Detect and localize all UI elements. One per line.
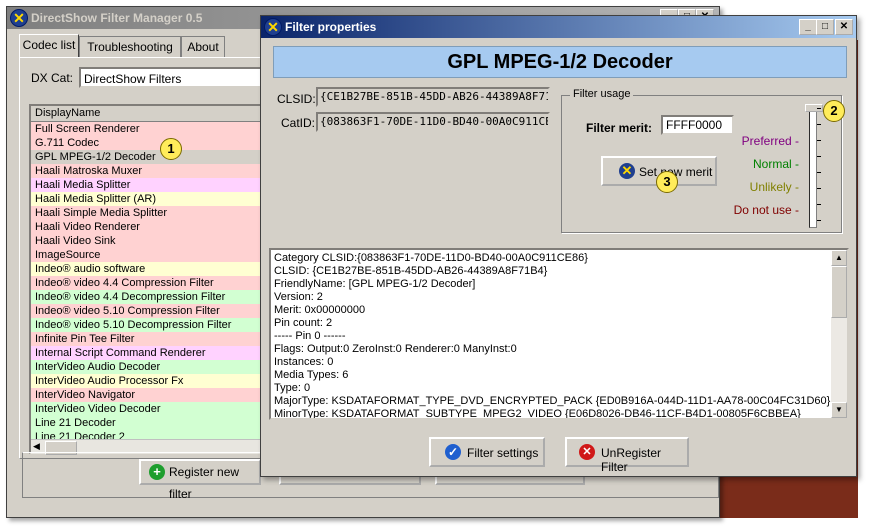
register-new-filter-button[interactable]: + Register new filter	[139, 459, 261, 501]
filter-settings-button[interactable]: ✓ Filter settings	[429, 437, 545, 467]
slider-tick	[817, 124, 821, 125]
detail-line: CLSID: {CE1B27BE-851B-45DD-AB26-44389A8F…	[274, 265, 548, 277]
back-window-title: DirectShow Filter Manager 0.5	[31, 11, 203, 25]
scroll-left-icon[interactable]: ◀	[33, 441, 40, 452]
clsid-field[interactable]: {CE1B27BE-851B-45DD-AB26-44389A8F71B4}	[316, 87, 550, 107]
dx-cat-label: DX Cat:	[31, 71, 74, 85]
filter-usage-title: Filter usage	[570, 88, 634, 100]
level-normal: Normal -	[752, 157, 799, 171]
app-icon: ✕	[10, 9, 28, 27]
level-unlikely: Unlikely -	[749, 180, 799, 194]
callout-badge-2: 2	[823, 100, 845, 122]
list-item[interactable]: InterVideo Audio Processor Fx	[31, 374, 267, 388]
list-item[interactable]: Line 21 Decoder	[31, 416, 267, 430]
set-merit-icon: ✕	[619, 163, 635, 179]
close-button[interactable]: ✕	[835, 19, 853, 35]
filter-list[interactable]: DisplayName Full Screen Renderer G.711 Co…	[29, 104, 269, 454]
filter-merit-label: Filter merit:	[586, 121, 653, 135]
filter-properties-dialog: ✕ Filter properties _ □ ✕ GPL MPEG-1/2 D…	[260, 15, 857, 477]
slider-tick	[817, 188, 821, 189]
list-item[interactable]: InterVideo Audio Decoder	[31, 360, 267, 374]
detail-line: MajorType: KSDATAFORMAT_TYPE_DVD_ENCRYPT…	[274, 395, 831, 407]
list-item[interactable]: Indeo® video 4.4 Decompression Filter	[31, 290, 267, 304]
list-item[interactable]: Haali Matroska Muxer	[31, 164, 267, 178]
slider-tick	[817, 204, 821, 205]
list-item[interactable]: Indeo® video 5.10 Compression Filter	[31, 304, 267, 318]
list-item[interactable]: Haali Video Renderer	[31, 220, 267, 234]
catid-label: CatID:	[281, 116, 316, 130]
list-item[interactable]: InterVideo Video Decoder	[31, 402, 267, 416]
detail-line: FriendlyName: [GPL MPEG-1/2 Decoder]	[274, 278, 476, 290]
tab-troubleshooting[interactable]: Troubleshooting	[79, 36, 181, 57]
catid-field[interactable]: {083863F1-70DE-11D0-BD40-00A0C911CE86}	[316, 112, 550, 132]
list-item[interactable]: Infinite Pin Tee Filter	[31, 332, 267, 346]
clsid-label: CLSID:	[277, 92, 316, 106]
callout-badge-3: 3	[656, 171, 678, 193]
slider-tick	[817, 172, 821, 173]
maximize-button[interactable]: □	[816, 19, 834, 35]
register-new-filter-label: Register new filter	[169, 465, 240, 501]
dialog-title: Filter properties	[285, 20, 377, 34]
detail-line: Pin count: 2	[274, 317, 333, 329]
detail-line: ----- Pin 0 ------	[274, 330, 346, 342]
level-do-not-use: Do not use -	[733, 203, 799, 217]
checkmark-icon: ✓	[445, 444, 461, 460]
detail-line: Merit: 0x00000000	[274, 304, 366, 316]
level-preferred: Preferred -	[741, 134, 799, 148]
delete-icon: ✕	[579, 444, 595, 460]
detail-line: Flags: Output:0 ZeroInst:0 Renderer:0 Ma…	[274, 343, 517, 355]
list-header-displayname[interactable]: DisplayName	[31, 106, 267, 122]
scroll-down-icon[interactable]: ▼	[831, 402, 847, 418]
dialog-app-icon: ✕	[264, 18, 282, 36]
filter-merit-input[interactable]: FFFF0000	[661, 115, 734, 135]
filter-name-banner: GPL MPEG-1/2 Decoder	[273, 46, 847, 78]
list-item[interactable]: ImageSource	[31, 248, 267, 262]
dialog-title-bar: ✕ Filter properties _ □ ✕	[261, 16, 856, 38]
detail-line: Version: 2	[274, 291, 323, 303]
minimize-button[interactable]: _	[799, 19, 817, 35]
details-scroll-thumb[interactable]	[831, 266, 847, 318]
unregister-filter-button[interactable]: ✕ UnRegister Filter	[565, 437, 689, 474]
details-vertical-scrollbar[interactable]: ▲ ▼	[831, 250, 847, 418]
slider-tick	[817, 220, 821, 221]
detail-line: MinorType: KSDATAFORMAT_SUBTYPE_MPEG2_VI…	[274, 408, 801, 420]
slider-tick	[817, 156, 821, 157]
slider-tick	[817, 140, 821, 141]
tab-codec-list[interactable]: Codec list	[19, 34, 79, 58]
list-item[interactable]: Full Screen Renderer	[31, 122, 267, 136]
list-item[interactable]: Indeo® audio software	[31, 262, 267, 276]
callout-badge-1: 1	[160, 138, 182, 160]
filter-details-box[interactable]: MinorType: KSDATAFORMAT_SUBTYPE_MPEG2_VI…	[269, 248, 849, 420]
list-item[interactable]: Indeo® video 5.10 Decompression Filter	[31, 318, 267, 332]
list-item[interactable]: InterVideo Navigator	[31, 388, 267, 402]
list-item[interactable]: Haali Video Sink	[31, 234, 267, 248]
detail-line: Instances: 0	[274, 356, 334, 368]
unregister-filter-label: UnRegister Filter	[601, 446, 662, 474]
detail-line: Type: 0	[274, 382, 311, 394]
detail-line: Media Types: 6	[274, 369, 349, 381]
detail-line: Category CLSID:{083863F1-70DE-11D0-BD40-…	[274, 252, 588, 264]
list-item[interactable]: Indeo® video 4.4 Compression Filter	[31, 276, 267, 290]
list-item[interactable]: Haali Simple Media Splitter	[31, 206, 267, 220]
dx-cat-select[interactable]: DirectShow Filters	[79, 67, 265, 88]
scroll-up-icon[interactable]: ▲	[831, 250, 847, 266]
tab-about[interactable]: About	[181, 36, 225, 57]
slider-tick	[817, 108, 821, 109]
list-item[interactable]: GPL MPEG-1/2 Decoder	[31, 150, 267, 164]
merit-slider-track[interactable]	[809, 106, 817, 228]
filter-settings-label: Filter settings	[467, 446, 539, 460]
list-item[interactable]: Internal Script Command Renderer	[31, 346, 267, 360]
list-item[interactable]: G.711 Codec	[31, 136, 267, 150]
list-item[interactable]: Haali Media Splitter (AR)	[31, 192, 267, 206]
plus-icon: +	[149, 464, 165, 480]
list-item[interactable]: Haali Media Splitter	[31, 178, 267, 192]
